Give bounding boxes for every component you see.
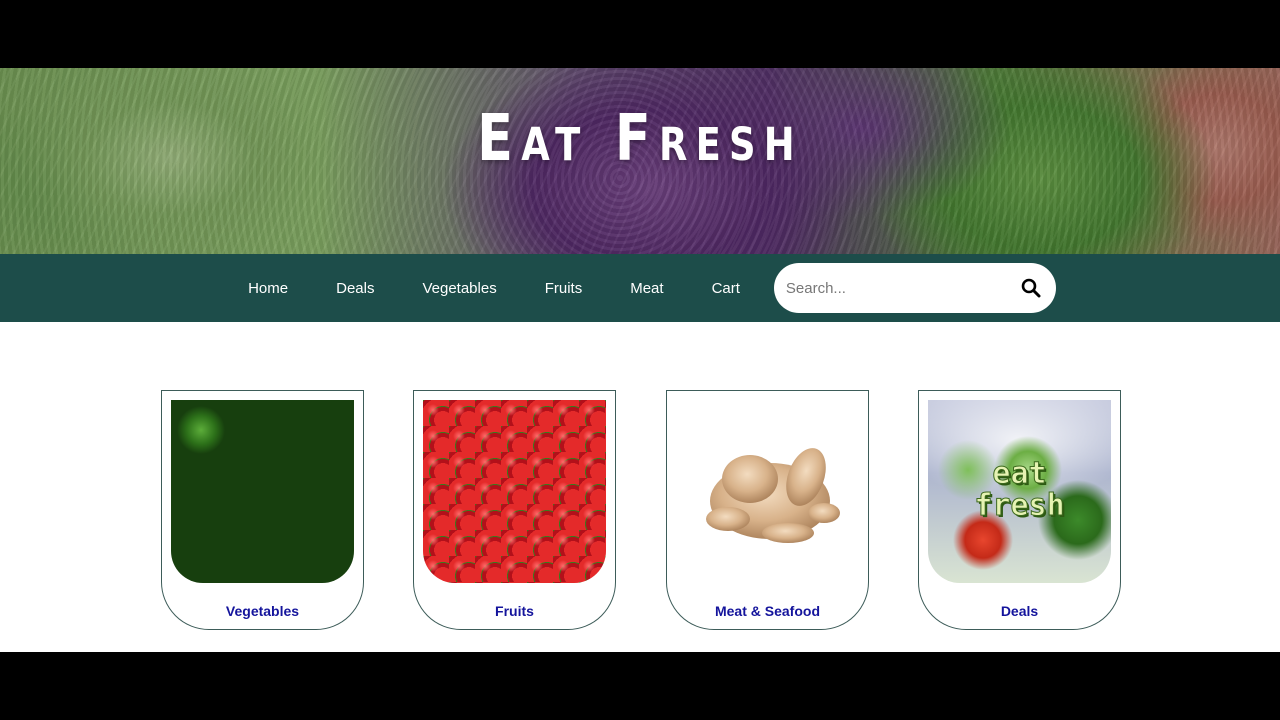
search-input[interactable] <box>785 279 1020 297</box>
card-label-meat-seafood: Meat & Seafood <box>714 603 820 619</box>
card-label-fruits: Fruits <box>495 603 534 619</box>
deals-image-text-eat: eat <box>992 456 1047 491</box>
search-icon[interactable] <box>1020 277 1042 299</box>
category-cards: Vegetables Fruits Meat & Seafood eat fre… <box>161 390 1121 630</box>
nav-link-deals[interactable]: Deals <box>336 280 374 297</box>
nav-link-home[interactable]: Home <box>248 280 288 297</box>
nav-link-meat[interactable]: Meat <box>630 280 663 297</box>
search-box <box>773 263 1056 313</box>
nav-links: Home Deals Vegetables Fruits Meat Cart <box>224 280 764 297</box>
card-label-deals: Deals <box>1000 603 1039 619</box>
page: Eat Fresh Home Deals Vegetables Fruits M… <box>0 68 1280 652</box>
nav-link-cart[interactable]: Cart <box>712 280 740 297</box>
hero-banner: Eat Fresh <box>0 68 1280 254</box>
deals-image: eat fresh <box>928 400 1111 583</box>
nav-link-fruits[interactable]: Fruits <box>545 280 583 297</box>
fruits-image <box>423 400 606 583</box>
card-deals[interactable]: eat fresh Deals <box>918 390 1121 630</box>
hero-title: Eat Fresh <box>477 102 803 176</box>
meat-image <box>676 400 859 583</box>
vegetables-image <box>171 400 354 583</box>
card-label-vegetables: Vegetables <box>225 603 300 619</box>
letterbox-top <box>0 0 1280 68</box>
card-meat-seafood[interactable]: Meat & Seafood <box>666 390 869 630</box>
deals-image-text-fresh: fresh <box>974 488 1065 523</box>
main-nav: Home Deals Vegetables Fruits Meat Cart <box>0 254 1280 322</box>
card-vegetables[interactable]: Vegetables <box>161 390 364 630</box>
card-fruits[interactable]: Fruits <box>413 390 616 630</box>
nav-link-vegetables[interactable]: Vegetables <box>422 280 496 297</box>
letterbox-bottom <box>0 652 1280 720</box>
chicken-illustration <box>705 447 840 543</box>
